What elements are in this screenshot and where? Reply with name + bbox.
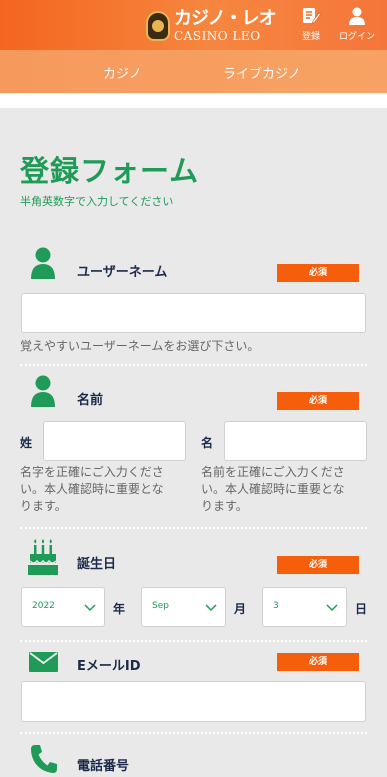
birthday-label: 誕生日 <box>77 557 117 572</box>
username-hint: 覚えやすいユーザーネームをお選び下さい。 <box>20 339 260 353</box>
first-name-hint: 名前を正確にご入力くださ い。本人確認時に重要とな ります。 <box>201 465 345 513</box>
required-badge: 必須 <box>277 392 359 410</box>
required-badge: 必須 <box>277 264 359 282</box>
chevron-down-icon <box>326 604 338 612</box>
section-divider <box>20 527 367 529</box>
section-divider <box>20 640 367 642</box>
year-unit-label: 年 <box>113 602 126 616</box>
logo-english-text: CASINO LEO <box>174 29 261 43</box>
nav-casino[interactable]: カジノ <box>103 63 142 82</box>
username-input[interactable] <box>21 293 366 333</box>
birth-year-value: 2022 <box>32 601 55 611</box>
last-name-hint: 名字を正確にご入力くださ い。本人確認時に重要とな ります。 <box>20 465 164 513</box>
login-label: ログイン <box>338 32 375 42</box>
form-title: 登録フォーム <box>20 154 200 188</box>
month-unit-label: 月 <box>234 602 247 616</box>
lion-emblem-icon <box>146 11 170 41</box>
form-subtitle: 半角英数字で入力してください <box>20 195 174 208</box>
register-button[interactable]: 登録 <box>291 6 331 42</box>
required-badge: 必須 <box>277 556 359 574</box>
category-nav: カジノ ライブカジノ <box>0 50 387 93</box>
cake-icon <box>28 539 58 575</box>
birth-year-select[interactable]: 2022 <box>21 587 105 627</box>
casino-leo-logo[interactable]: カジノ・レオ CASINO LEO <box>146 8 277 44</box>
chevron-down-icon <box>84 604 96 612</box>
username-label: ユーザーネーム <box>77 265 168 280</box>
user-icon <box>31 375 55 407</box>
required-badge: 必須 <box>277 653 359 671</box>
user-icon <box>31 247 55 279</box>
email-label: EメールID <box>77 659 141 674</box>
login-button[interactable]: ログイン <box>337 6 377 42</box>
last-name-label: 姓 <box>20 436 33 450</box>
register-label: 登録 <box>301 32 320 42</box>
email-input[interactable] <box>21 681 366 722</box>
phone-icon <box>31 745 57 773</box>
page-top-strip <box>0 93 387 108</box>
last-name-input[interactable] <box>43 421 186 461</box>
nav-live-casino[interactable]: ライブカジノ <box>223 63 301 82</box>
chevron-down-icon <box>205 604 217 612</box>
edit-document-icon <box>303 8 321 24</box>
day-unit-label: 日 <box>355 602 368 616</box>
logo-japanese-text: カジノ・レオ <box>174 8 277 29</box>
birth-month-select[interactable]: Sep <box>141 587 226 627</box>
birth-month-value: Sep <box>152 601 169 611</box>
first-name-input[interactable] <box>224 421 367 461</box>
first-name-label: 名 <box>201 436 214 450</box>
section-divider <box>20 732 367 734</box>
user-icon <box>349 7 365 25</box>
section-divider <box>20 364 367 366</box>
mail-icon <box>29 652 58 672</box>
name-label: 名前 <box>77 393 104 408</box>
top-header: カジノ・レオ CASINO LEO 登録 ログイン <box>0 0 387 50</box>
phone-label: 電話番号 <box>77 759 130 774</box>
birth-day-value: 3 <box>273 601 279 611</box>
birth-day-select[interactable]: 3 <box>262 587 347 627</box>
